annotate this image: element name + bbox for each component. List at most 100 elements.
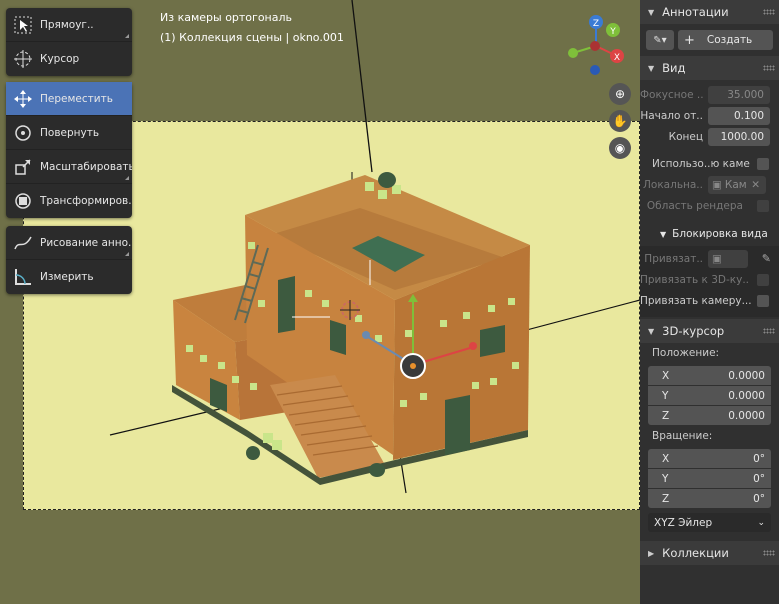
use-camera-row[interactable]: Использо..ю камеру	[640, 153, 779, 174]
rotation-fields: X 0° Y 0° Z 0°	[648, 449, 771, 508]
axis-value: 0.0000	[728, 409, 765, 422]
section-collections-header[interactable]: ▶ Коллекции	[640, 541, 779, 565]
pan-button[interactable]: ✋	[609, 110, 631, 132]
lock-3d-cursor-checkbox[interactable]	[757, 273, 769, 286]
clip-end-row: Конец 1000.00	[640, 126, 779, 147]
annotation-layer-dropdown[interactable]: ✎▾	[646, 30, 674, 50]
axis-value: 0°	[753, 472, 765, 485]
focal-length-row: Фокусное .. 35.000	[640, 84, 779, 105]
gizmo-z-label: Z	[593, 19, 599, 29]
grip-icon[interactable]	[763, 9, 775, 15]
section-annotations-header[interactable]: ▼ Аннотации	[640, 0, 779, 24]
rotate-icon	[6, 116, 40, 150]
render-region-row[interactable]: Область рендера	[640, 195, 779, 216]
grip-icon[interactable]	[763, 328, 775, 334]
axis-value: 0°	[753, 492, 765, 505]
clip-start-label: Начало от..	[640, 109, 703, 122]
clip-end-field[interactable]: 1000.00	[708, 127, 770, 146]
location-x-field[interactable]: X 0.0000	[648, 366, 771, 385]
camera-view-button[interactable]: ◉	[609, 137, 631, 159]
location-fields: X 0.0000 Y 0.0000 Z 0.0000	[648, 366, 771, 425]
rotation-mode-dropdown[interactable]: XYZ Эйлер ⌄	[648, 513, 771, 532]
rotation-mode-value: XYZ Эйлер	[654, 516, 713, 529]
axis-label: Y	[662, 472, 669, 485]
rotation-y-field[interactable]: Y 0°	[648, 469, 771, 488]
lock-3d-cursor-row[interactable]: Привязать к 3D-ку..	[640, 269, 779, 290]
lock-to-object-field[interactable]: ▣	[708, 249, 748, 268]
select-box-icon	[6, 8, 40, 42]
section-3d-cursor-header[interactable]: ▼ 3D-курсор	[640, 319, 779, 343]
cube-icon: ▣	[712, 252, 722, 265]
plus-icon: +	[684, 32, 695, 48]
gizmo-x-label: X	[614, 53, 620, 63]
tool-annotate[interactable]: Рисование анно..	[6, 226, 132, 260]
lock-3d-cursor-label: Привязать к 3D-ку..	[640, 273, 750, 286]
camera-icon: ▣	[712, 178, 722, 191]
tool-select-box[interactable]: Прямоуг..	[6, 8, 132, 42]
axis-label: Y	[662, 389, 669, 402]
rotation-x-field[interactable]: X 0°	[648, 449, 771, 468]
tool-select-label: Прямоуг..	[40, 18, 94, 31]
tool-scale[interactable]: Масштабировать	[6, 150, 132, 184]
tool-rotate-label: Повернуть	[40, 126, 100, 139]
local-camera-field[interactable]: ▣ Кам ✕	[708, 175, 766, 194]
create-label: Создать	[706, 34, 753, 46]
tool-move[interactable]: Переместить	[6, 82, 132, 116]
zoom-button[interactable]: ⊕	[609, 83, 631, 105]
grip-icon[interactable]	[763, 65, 775, 71]
local-camera-label: Локальна..	[643, 178, 703, 191]
tool-cursor-label: Курсор	[40, 53, 80, 65]
tool-rotate[interactable]: Повернуть	[6, 116, 132, 150]
lock-to-object-label: Привязат..	[644, 252, 703, 265]
axis-label: X	[662, 369, 670, 382]
focal-length-label: Фокусное ..	[640, 88, 704, 101]
local-camera-value: Кам	[724, 178, 747, 191]
section-view-header[interactable]: ▼ Вид	[640, 56, 779, 80]
collapse-arrow-icon: ▼	[648, 326, 655, 336]
use-camera-checkbox[interactable]	[757, 157, 769, 170]
axis-value: 0.0000	[728, 369, 765, 382]
axis-label: Z	[662, 409, 670, 422]
3d-viewport[interactable]: Из камеры ортогональ (1) Коллекция сцены…	[0, 0, 640, 604]
sidebar-panel: ▼ Аннотации ✎▾ + Создать ▼ Вид Фокусное …	[640, 0, 779, 604]
move-icon	[6, 82, 40, 116]
toolbar-annotate-group: Рисование анно.. Измерить	[6, 226, 132, 294]
tool-annotate-label: Рисование анно..	[40, 236, 132, 249]
clear-icon[interactable]: ✕	[751, 179, 760, 191]
section-view-title: Вид	[662, 61, 686, 75]
tool-cursor[interactable]: Курсор	[6, 42, 132, 76]
focal-length-field[interactable]: 35.000	[708, 85, 770, 104]
rotation-z-field[interactable]: Z 0°	[648, 489, 771, 508]
create-annotation-button[interactable]: + Создать	[678, 30, 773, 50]
location-z-field[interactable]: Z 0.0000	[648, 406, 771, 425]
hand-icon: ✋	[612, 114, 628, 128]
lock-view-title: Блокировка вида	[672, 228, 768, 240]
collapse-arrow-icon: ▼	[660, 229, 667, 239]
toolbar-select-group: Прямоуг.. Курсор	[6, 8, 132, 76]
lock-camera-row[interactable]: Привязать камеру...	[640, 290, 779, 311]
section-3d-cursor-title: 3D-курсор	[662, 324, 725, 338]
lock-to-object-row: Привязат.. ▣ ✎	[640, 248, 779, 269]
collection-info-label: (1) Коллекция сцены | okno.001	[160, 31, 344, 44]
axis-label: X	[662, 452, 670, 465]
camera-icon: ◉	[614, 141, 626, 155]
tool-measure[interactable]: Измерить	[6, 260, 132, 294]
annotations-row: ✎▾ + Создать	[640, 24, 779, 56]
axis-value: 0°	[753, 452, 765, 465]
location-y-field[interactable]: Y 0.0000	[648, 386, 771, 405]
tool-move-label: Переместить	[40, 92, 113, 105]
render-region-checkbox[interactable]	[757, 199, 769, 212]
clip-start-field[interactable]: 0.100	[708, 106, 770, 125]
local-camera-row: Локальна.. ▣ Кам ✕	[640, 174, 779, 195]
tool-transform-label: Трансформиров..	[40, 195, 132, 207]
tool-measure-label: Измерить	[40, 271, 94, 283]
clip-end-label: Конец	[668, 130, 703, 143]
axis-label: Z	[662, 492, 670, 505]
eyedropper-icon[interactable]: ✎	[762, 252, 771, 265]
navigation-gizmo[interactable]: Z X Y	[555, 8, 635, 80]
grip-icon[interactable]	[763, 550, 775, 556]
lock-camera-checkbox[interactable]	[757, 294, 769, 307]
collapse-arrow-icon: ▼	[648, 7, 655, 17]
lock-view-subheader[interactable]: ▼ Блокировка вида	[640, 222, 779, 246]
tool-transform[interactable]: Трансформиров..	[6, 184, 132, 218]
